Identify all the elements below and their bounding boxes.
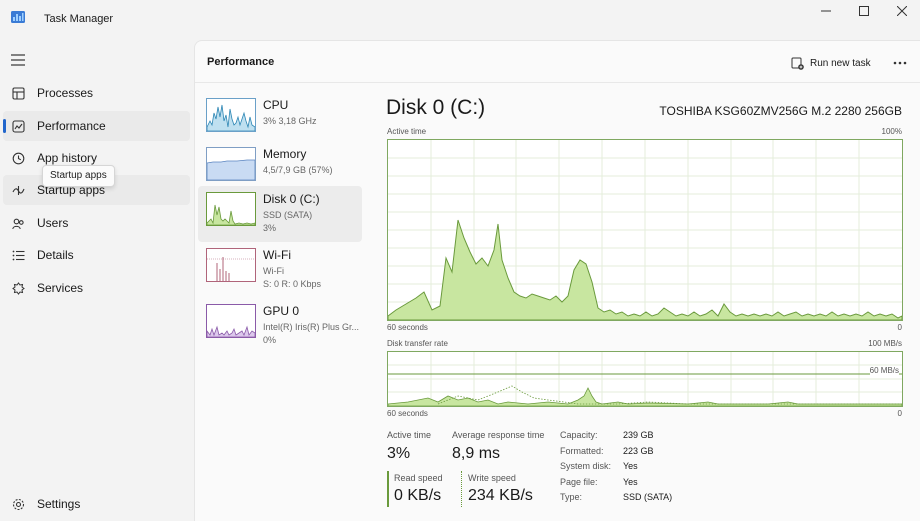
gpu-thumbnail [206, 304, 256, 338]
read-speed-indicator [387, 471, 389, 507]
resource-name: Disk 0 (C:) [263, 192, 320, 206]
page-title: Performance [207, 56, 275, 68]
active-time-stat-label: Active time [387, 430, 432, 440]
nav-label: Performance [37, 119, 106, 133]
run-new-task-label: Run new task [810, 57, 871, 69]
nav-label: Details [37, 248, 74, 262]
startup-icon [11, 183, 25, 197]
write-speed-label: Write speed [468, 473, 516, 483]
transfer-rate-left-label: 60 seconds [387, 409, 428, 418]
property-label: Capacity: [560, 430, 598, 440]
nav-label: App history [37, 151, 98, 165]
transfer-rate-graph-label: Disk transfer rate [387, 339, 448, 348]
transfer-rate-right-label: 0 [897, 409, 902, 418]
processes-icon [11, 86, 25, 100]
users-icon [11, 216, 25, 230]
services-icon [11, 281, 25, 295]
resource-item-wifi[interactable]: Wi-Fi Wi-Fi S: 0 R: 0 Kbps [198, 242, 362, 298]
task-manager-logo-icon [11, 11, 25, 23]
resource-detail: 3% 3,18 GHz [263, 116, 317, 126]
window-title: Task Manager [44, 13, 114, 25]
nav-item-performance[interactable]: Performance [3, 111, 190, 141]
disk-thumbnail [206, 192, 256, 226]
nav-label: Users [37, 216, 69, 230]
nav-label: Settings [37, 497, 81, 511]
memory-thumbnail [206, 147, 256, 181]
close-button[interactable] [882, 0, 920, 22]
resource-item-gpu[interactable]: GPU 0 Intel(R) Iris(R) Plus Gr... 0% [198, 298, 362, 354]
resource-name: Memory [263, 147, 307, 161]
avg-response-stat-value: 8,9 ms [452, 445, 501, 462]
property-label: Type: [560, 492, 583, 502]
resource-detail: SSD (SATA) [263, 210, 313, 220]
more-dots-icon [893, 61, 907, 65]
write-speed-indicator [461, 471, 462, 507]
resource-detail: Wi-Fi [263, 266, 284, 276]
avg-response-stat-label: Average response time [452, 430, 545, 440]
nav-item-details[interactable]: Details [3, 240, 190, 270]
property-value: Yes [623, 461, 638, 471]
resource-name: Wi-Fi [263, 248, 291, 262]
close-icon [897, 6, 907, 16]
more-options-button[interactable] [893, 52, 907, 68]
resource-detail: 4,5/7,9 GB (57%) [263, 165, 333, 175]
write-speed-value: 234 KB/s [468, 487, 533, 504]
run-task-icon [791, 57, 804, 70]
maximize-icon [859, 6, 869, 16]
cpu-thumbnail [206, 98, 256, 132]
transfer-rate-chart [387, 352, 903, 407]
active-time-right-label: 0 [897, 323, 902, 332]
transfer-rate-ref-label: 60 MB/s [869, 366, 899, 375]
property-label: Formatted: [560, 446, 604, 456]
nav-item-users[interactable]: Users [3, 208, 190, 238]
page-header: Performance Run new task [195, 41, 920, 83]
minimize-icon [821, 10, 831, 12]
nav-item-settings[interactable]: Settings [3, 489, 190, 519]
nav-item-services[interactable]: Services [3, 273, 190, 303]
property-label: Page file: [560, 477, 598, 487]
read-speed-label: Read speed [394, 473, 443, 483]
startup-apps-tooltip: Startup apps [42, 165, 115, 187]
property-label: System disk: [560, 461, 612, 471]
hamburger-menu-icon[interactable] [11, 54, 25, 66]
nav-item-processes[interactable]: Processes [3, 78, 190, 108]
read-speed-value: 0 KB/s [394, 487, 442, 504]
resource-name: CPU [263, 98, 289, 112]
resource-name: GPU 0 [263, 304, 300, 318]
resource-detail: Intel(R) Iris(R) Plus Gr... [263, 322, 360, 332]
transfer-rate-max-label: 100 MB/s [868, 339, 902, 348]
resource-detail: 0% [263, 335, 277, 345]
gear-icon [11, 497, 25, 511]
active-time-chart [387, 140, 903, 321]
disk-model: TOSHIBA KSG60ZMV256G M.2 2280 256GB [659, 104, 902, 118]
minimize-button[interactable] [806, 0, 846, 22]
property-value: 239 GB [623, 430, 654, 440]
property-value: 223 GB [623, 446, 654, 456]
history-icon [11, 151, 25, 165]
title-bar: Task Manager [0, 0, 920, 40]
active-time-graph [387, 139, 903, 321]
active-time-left-label: 60 seconds [387, 323, 428, 332]
detail-title: Disk 0 (C:) [386, 96, 486, 119]
maximize-button[interactable] [844, 0, 884, 22]
main-panel: Performance Run new task CPU 3% 3,18 GHz… [194, 40, 920, 521]
resource-detail: 3% [263, 223, 277, 233]
property-value: Yes [623, 477, 638, 487]
nav-label: Services [37, 281, 84, 295]
nav-label: Processes [37, 86, 94, 100]
property-value: SSD (SATA) [623, 492, 673, 502]
wifi-thumbnail [206, 248, 256, 282]
active-time-graph-label: Active time [387, 127, 427, 136]
transfer-rate-graph: 60 MB/s [387, 351, 903, 407]
active-time-max-label: 100% [881, 127, 902, 136]
resource-item-disk[interactable]: Disk 0 (C:) SSD (SATA) 3% [198, 186, 362, 242]
performance-icon [11, 119, 25, 133]
active-indicator [3, 119, 6, 133]
resource-detail: S: 0 R: 0 Kbps [263, 279, 322, 289]
details-icon [11, 248, 25, 262]
active-time-stat-value: 3% [387, 445, 411, 462]
resource-item-cpu[interactable]: CPU 3% 3,18 GHz [198, 92, 362, 148]
run-new-task-button[interactable]: Run new task [791, 54, 871, 72]
